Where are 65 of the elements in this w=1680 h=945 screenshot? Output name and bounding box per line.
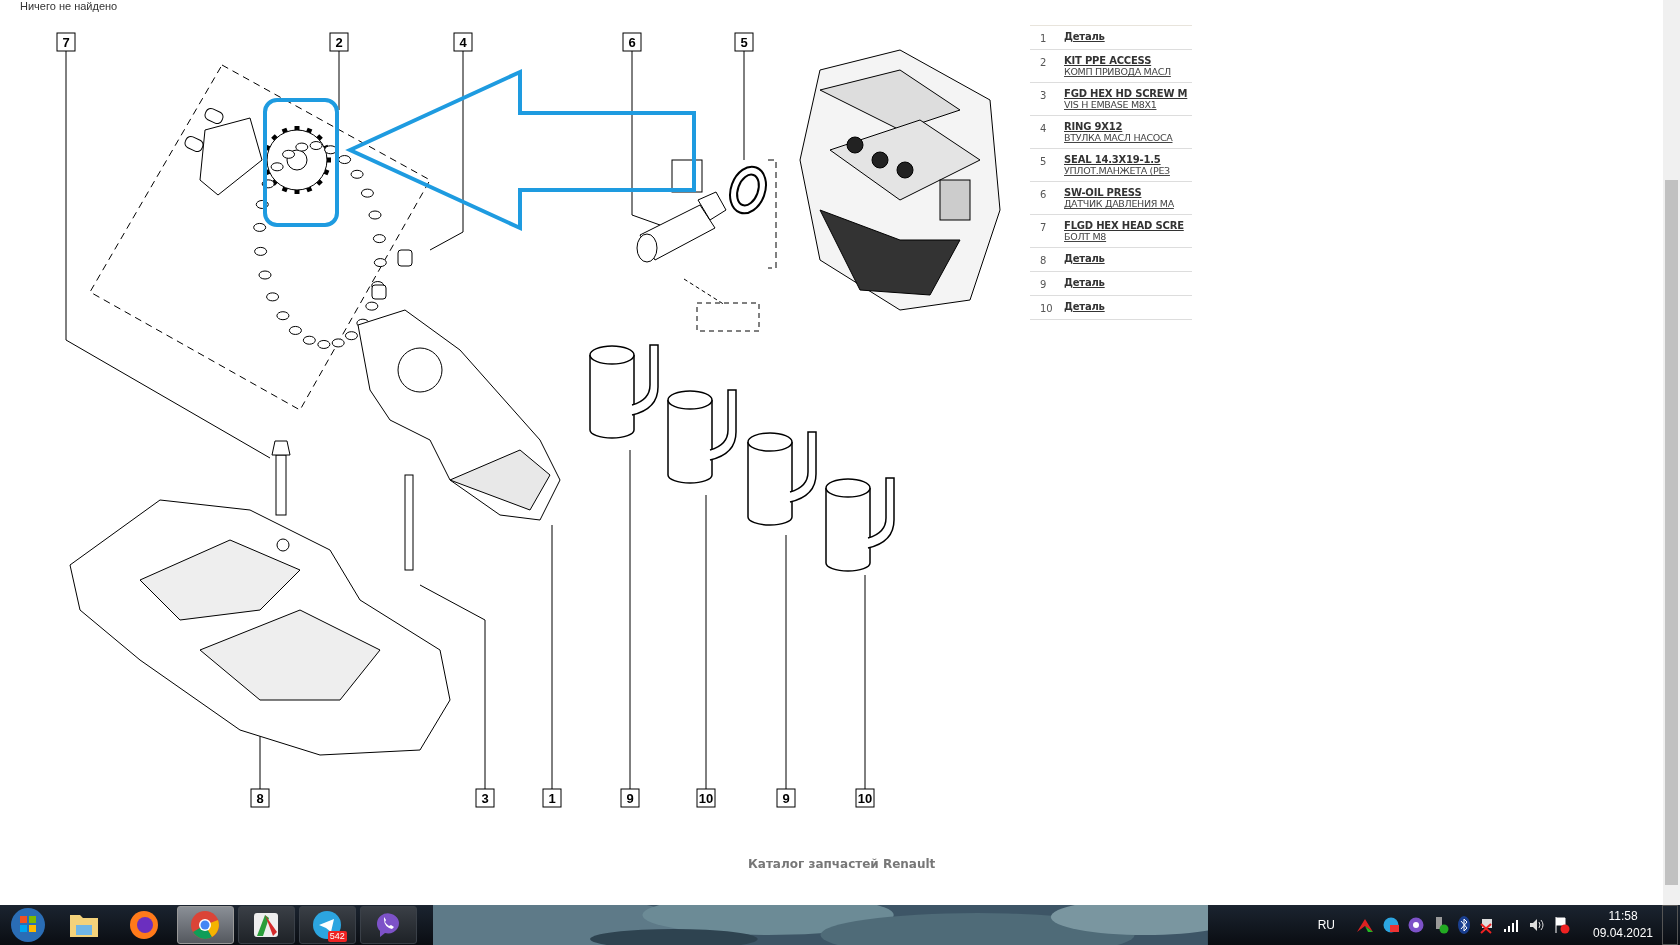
- callout-number[interactable]: 5: [734, 32, 754, 52]
- part-number: 8: [1040, 254, 1048, 266]
- viber-taskbar-button[interactable]: [359, 906, 417, 944]
- part-description-link[interactable]: ВТУЛКА МАСЛ НАСОСА: [1064, 132, 1173, 143]
- part-name-link[interactable]: Деталь: [1064, 277, 1105, 288]
- part-name-link[interactable]: Деталь: [1064, 301, 1105, 312]
- part-description-link[interactable]: ДАТЧИК ДАВЛЕНИЯ МА: [1064, 198, 1174, 209]
- part-description-link[interactable]: VIS H EMBASE M8X1: [1064, 99, 1188, 110]
- scrollbar-thumb[interactable]: [1665, 180, 1678, 885]
- part-name-link[interactable]: FLGD HEX HEAD SCRE: [1064, 220, 1184, 231]
- callout-number[interactable]: 2: [329, 32, 349, 52]
- telegram-taskbar-button[interactable]: 542: [298, 906, 356, 944]
- clock-time: 11:58: [1608, 908, 1638, 925]
- screenshot-taskbar-button[interactable]: [237, 906, 295, 944]
- callout-number[interactable]: 8: [250, 788, 270, 808]
- tray-app-icon[interactable]: [1355, 917, 1374, 933]
- part-number: 4: [1040, 122, 1048, 136]
- part-number: 5: [1040, 155, 1048, 169]
- callout-number[interactable]: 6: [622, 32, 642, 52]
- part-number: 2: [1040, 56, 1048, 70]
- part-name-link[interactable]: SEAL 14.3X19-1.5: [1064, 154, 1170, 165]
- status-text: Ничего не найдено: [20, 0, 118, 12]
- callout-number[interactable]: 9: [776, 788, 796, 808]
- part-name-link[interactable]: Деталь: [1064, 253, 1105, 264]
- footer-text: Каталог запчастей Renault: [748, 857, 937, 871]
- part-name-link[interactable]: RING 9X12: [1064, 121, 1173, 132]
- part-description-link[interactable]: УПЛОТ.МАНЖЕТА (РЕЗ: [1064, 165, 1170, 176]
- part-number: 3: [1040, 89, 1048, 103]
- part-description-link[interactable]: КОМП ПРИВОДА МАСЛ: [1064, 66, 1171, 77]
- show-desktop-button[interactable]: [1662, 905, 1679, 945]
- chrome-taskbar-button[interactable]: [176, 906, 234, 944]
- language-indicator[interactable]: RU: [1317, 918, 1335, 932]
- callout-number[interactable]: 10: [855, 788, 875, 808]
- telegram-icon: [312, 910, 343, 940]
- part-number: 6: [1040, 188, 1048, 202]
- part-name-link[interactable]: KIT PPE ACCESS: [1064, 55, 1171, 66]
- chrome-icon: [190, 910, 221, 940]
- part-description-link[interactable]: БОЛТ М8: [1064, 231, 1184, 242]
- callout-number[interactable]: 10: [696, 788, 716, 808]
- viber-tray-icon[interactable]: [1407, 917, 1424, 933]
- part-number: 10: [1040, 302, 1054, 314]
- action-center-flag-icon[interactable]: [1553, 916, 1570, 934]
- part-number: 1: [1040, 32, 1048, 44]
- leader-line: [338, 50, 340, 111]
- bluetooth-icon[interactable]: [1457, 916, 1470, 934]
- leader-line: [259, 734, 261, 790]
- tray-app-icon[interactable]: [1382, 917, 1399, 933]
- callout-number[interactable]: 9: [620, 788, 640, 808]
- part-name-link[interactable]: SW-OIL PRESS: [1064, 187, 1174, 198]
- firefox-icon: [129, 910, 160, 940]
- part-name-link[interactable]: FGD HEX HD SCREW M: [1064, 88, 1188, 99]
- clock-date: 09.04.2021: [1592, 925, 1654, 942]
- callout-number[interactable]: 7: [56, 32, 76, 52]
- unread-badge: 542: [327, 931, 347, 942]
- volume-icon[interactable]: [1528, 917, 1545, 933]
- part-number: 7: [1040, 221, 1048, 235]
- callout-number[interactable]: 1: [542, 788, 562, 808]
- callout-number[interactable]: 3: [475, 788, 495, 808]
- scrollbar[interactable]: [1663, 0, 1680, 905]
- callout-number[interactable]: 4: [453, 32, 473, 52]
- signal-icon[interactable]: [1503, 918, 1520, 932]
- power-plug-icon[interactable]: [1478, 916, 1495, 934]
- clock[interactable]: 11:58 09.04.2021: [1592, 908, 1654, 942]
- part-number: 9: [1040, 278, 1048, 290]
- part-name-link[interactable]: Деталь: [1064, 31, 1105, 42]
